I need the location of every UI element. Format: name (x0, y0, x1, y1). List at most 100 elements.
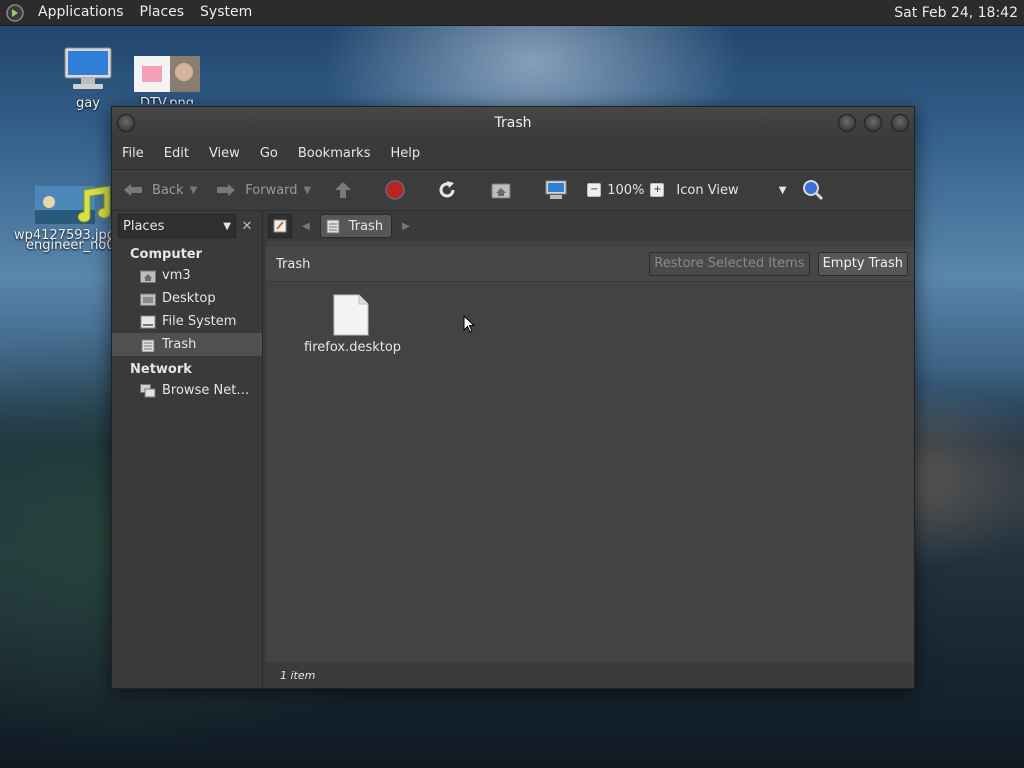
sidebar-pane-label: Places (123, 218, 165, 234)
status-text: 1 item (280, 668, 316, 682)
reload-icon (439, 181, 455, 198)
chevron-down-icon: ▼ (223, 220, 231, 232)
file-manager-window: Trash File Edit View Go Bookmarks Help B… (111, 106, 915, 689)
window-titlebar[interactable]: Trash (112, 107, 914, 139)
forward-label: Forward (245, 182, 298, 198)
trash-icon (326, 219, 340, 234)
image-icon (134, 56, 200, 92)
forward-arrow-icon (217, 184, 236, 196)
applications-menu[interactable]: Applications (30, 0, 132, 25)
back-history-chevron-icon[interactable]: ▼ (190, 185, 198, 196)
places-menu[interactable]: Places (132, 0, 193, 25)
sidebar-item-label: vm3 (162, 268, 191, 283)
view-mode-select[interactable]: Icon View ▼ (676, 183, 786, 198)
sidebar-item-label: Browse Net… (162, 383, 250, 398)
close-button[interactable] (891, 114, 909, 132)
up-arrow-icon (335, 182, 352, 198)
menu-view[interactable]: View (199, 139, 250, 169)
search-button[interactable] (796, 170, 838, 210)
sidebar: Places ▼ ✕ Computer vm3 Desktop File Sys… (112, 211, 263, 688)
content-pane: ◀ Trash ▶ Trash Restore Selected Items E… (266, 211, 914, 688)
back-label: Back (152, 182, 184, 198)
infobar-title: Trash (276, 256, 311, 272)
minimize-button[interactable] (838, 114, 856, 132)
menu-edit[interactable]: Edit (154, 139, 199, 169)
distro-logo-icon[interactable] (6, 3, 24, 22)
clock[interactable]: Sat Feb 24, 18:42 (894, 5, 1024, 21)
sidebar-item-browse-network[interactable]: Browse Net… (112, 379, 262, 402)
sidebar-section-network: Network (130, 362, 192, 377)
home-button[interactable] (485, 170, 525, 210)
file-view[interactable]: firefox.desktop (266, 282, 914, 662)
top-panel: Applications Places System Sat Feb 24, 1… (0, 0, 1024, 26)
window-menu-icon[interactable] (117, 114, 135, 132)
stop-button[interactable] (379, 170, 419, 210)
toggle-location-button[interactable] (268, 214, 292, 238)
chevron-down-icon: ▼ (778, 184, 787, 196)
pathbar-right-arrow-icon[interactable]: ▶ (402, 221, 410, 232)
desktop-icon-label: gay (76, 96, 100, 111)
view-mode-label: Icon View (676, 182, 739, 198)
desktop-icon-music[interactable]: engineer_no0 (26, 185, 115, 253)
sidebar-header: Places ▼ ✕ (112, 211, 262, 241)
toolbar: Back ▼ Forward ▼ − 100% + Icon View ▼ (112, 169, 914, 211)
menu-file[interactable]: File (112, 139, 154, 169)
trash-icon (141, 339, 155, 352)
sidebar-item-label: Trash (162, 337, 197, 352)
desktop-icon-dtv[interactable]: DTV.png (133, 56, 201, 104)
window-title: Trash (494, 115, 532, 131)
trash-infobar: Trash Restore Selected Items Empty Trash (266, 247, 914, 282)
close-sidebar-icon[interactable]: ✕ (236, 219, 258, 234)
sidebar-item-trash[interactable]: Trash (112, 333, 262, 356)
edit-icon (273, 219, 287, 233)
pathbar: ◀ Trash ▶ (266, 211, 914, 241)
home-folder-icon (140, 270, 156, 283)
sidebar-item-file-system[interactable]: File System (112, 310, 262, 333)
sidebar-section-computer: Computer (130, 247, 203, 262)
home-folder-icon (491, 183, 511, 199)
reload-button[interactable] (431, 170, 471, 210)
statusbar: 1 item (266, 662, 914, 688)
sidebar-item-desktop[interactable]: Desktop (112, 287, 262, 310)
sidebar-pane-select[interactable]: Places ▼ (118, 214, 236, 238)
forward-button[interactable]: Forward (209, 170, 303, 210)
sidebar-item-label: File System (162, 314, 237, 329)
breadcrumb-trash[interactable]: Trash (319, 214, 393, 238)
file-item[interactable]: firefox.desktop (304, 294, 402, 355)
search-icon (803, 180, 824, 201)
back-arrow-icon (124, 184, 142, 196)
menubar: File Edit View Go Bookmarks Help (112, 139, 914, 169)
zoom-level: 100% (607, 182, 645, 198)
breadcrumb-label: Trash (348, 218, 384, 234)
system-menu[interactable]: System (192, 0, 260, 25)
sidebar-item-vm3[interactable]: vm3 (112, 264, 262, 287)
zoom-out-button[interactable]: − (587, 183, 602, 197)
menu-help[interactable]: Help (380, 139, 430, 169)
music-icon (77, 185, 111, 223)
forward-history-chevron-icon[interactable]: ▼ (304, 185, 312, 196)
file-icon (333, 294, 369, 336)
menu-bookmarks[interactable]: Bookmarks (288, 139, 381, 169)
mouse-pointer-icon (463, 315, 475, 333)
empty-trash-button[interactable]: Empty Trash (817, 252, 908, 276)
menu-go[interactable]: Go (250, 139, 288, 169)
drive-icon (140, 315, 156, 328)
stop-icon (385, 180, 405, 200)
window-body: Places ▼ ✕ Computer vm3 Desktop File Sys… (112, 211, 914, 688)
back-button[interactable]: Back (112, 170, 190, 210)
desktop-icon-computer[interactable]: gay (60, 46, 116, 111)
network-icon (140, 383, 156, 397)
file-name: firefox.desktop (304, 340, 402, 355)
computer-button[interactable] (539, 170, 581, 210)
restore-selected-items-button[interactable]: Restore Selected Items (649, 252, 810, 276)
desktop-icon-label: DTV.png (139, 96, 195, 104)
up-button[interactable] (327, 170, 367, 210)
desktop-icon-label: engineer_no0 (26, 238, 115, 253)
zoom-in-button[interactable]: + (650, 183, 665, 197)
computer-icon (545, 180, 567, 199)
sidebar-item-label: Desktop (162, 291, 216, 306)
maximize-button[interactable] (864, 114, 882, 132)
pathbar-left-arrow-icon[interactable]: ◀ (302, 221, 310, 232)
computer-icon (64, 47, 112, 89)
desktop-folder-icon (140, 293, 156, 306)
